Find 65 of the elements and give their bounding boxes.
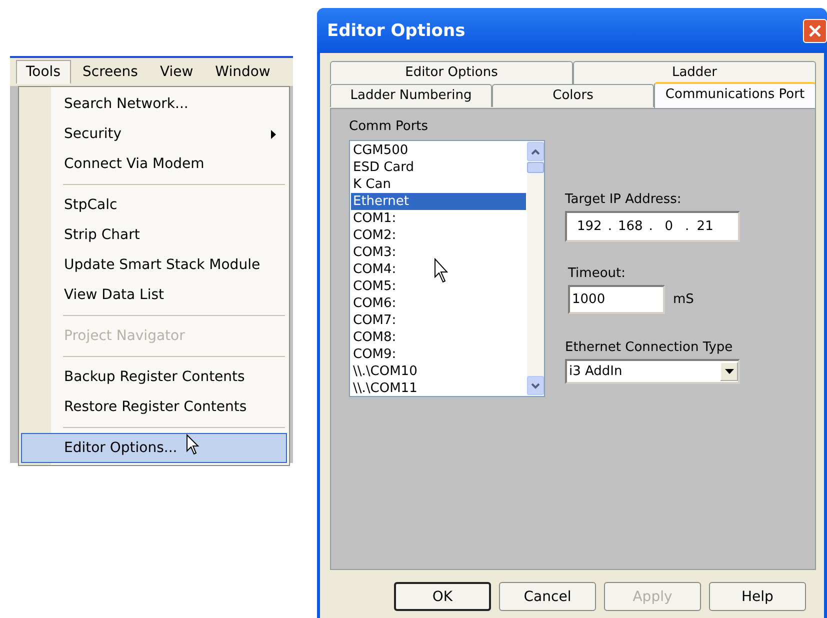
tab[interactable]: Ladder [573,61,816,84]
list-item[interactable]: COM7: [351,312,526,329]
ip-address-field[interactable]: 192 . 168 . 0 . 21 [565,211,740,242]
list-item[interactable]: COM8: [351,329,526,346]
comm-port-list[interactable]: CGM500 ESD Card K Can Ethernet COM1: COM2: COM3: COM4: COM5: COM6: COM7: COM8: COM9: \\.\COM10 \\.\COM11 [349,140,545,397]
connection-type-dropdown[interactable]: i3 AddIn [565,359,740,384]
scrollbar[interactable] [527,141,544,396]
menu-bar-item[interactable]: Window [205,60,280,84]
field-label: Comm Ports [349,119,430,134]
scroll-thumb[interactable] [527,162,544,173]
menu-item[interactable]: StpCalc [21,190,287,220]
close-icon [809,24,821,36]
scroll-down-button[interactable] [527,376,544,395]
list-item[interactable]: \\.\COM10 [351,363,526,380]
dialog-button[interactable]: Help [709,582,806,611]
field-label: Timeout: [568,266,626,281]
tab[interactable]: Ladder Numbering [330,84,492,107]
ip-separator: . [648,219,653,234]
menu-bar-item[interactable]: Screens [72,60,148,84]
ip-octet: 192 [577,219,602,234]
close-button[interactable] [803,18,827,42]
list-item[interactable]: K Can [351,176,526,193]
menu-item[interactable]: View Data List [21,280,287,310]
list-item[interactable]: COM2: [351,227,526,244]
list-item[interactable]: Ethernet [351,193,526,210]
menu-item[interactable]: Editor Options... [21,433,287,463]
dropdown-arrow-icon [724,369,734,374]
list-item[interactable]: COM3: [351,244,526,261]
chevron-down-icon [531,382,540,388]
menu-bar-item[interactable]: Tools [16,60,70,84]
ip-separator: . [608,219,612,234]
menu-item[interactable]: Restore Register Contents [21,392,287,422]
list-item[interactable]: COM5: [351,278,526,295]
menu-item[interactable]: Update Smart Stack Module [21,250,287,280]
tab[interactable]: Editor Options [330,61,573,84]
tab[interactable]: Colors [492,84,654,107]
menu-bar-item[interactable]: View [150,60,204,84]
list-item[interactable]: ESD Card [351,159,526,176]
scroll-up-button[interactable] [527,142,544,161]
unit-label: mS [673,292,694,307]
menu-item[interactable]: Strip Chart [21,220,287,250]
list-item[interactable]: COM6: [351,295,526,312]
menu-item[interactable]: Connect Via Modem [21,149,287,179]
timeout-field[interactable]: 1000 [568,285,665,314]
field-label: Ethernet Connection Type [565,340,733,355]
mouse-pointer-icon [186,434,200,456]
window-title: Editor Options [327,20,466,40]
list-item[interactable]: COM4: [351,261,526,278]
ip-octet: 21 [696,219,714,234]
tab[interactable]: Communications Port [654,82,816,108]
list-item[interactable]: COM1: [351,210,526,227]
list-item[interactable]: \\.\COM11 [351,380,526,397]
ip-octet: 0 [664,219,674,234]
chevron-up-icon [531,148,540,154]
menu-item[interactable]: Backup Register Contents [21,362,287,392]
mouse-pointer-icon [434,258,450,284]
list-item[interactable]: COM9: [351,346,526,363]
ip-octet: 168 [618,219,643,234]
ip-separator: . [684,219,690,234]
dialog-button[interactable]: Cancel [499,582,596,611]
field-label: Target IP Address: [565,192,682,207]
dialog-button[interactable]: OK [394,582,491,611]
menu-item[interactable]: Search Network... [21,89,287,119]
list-item[interactable]: CGM500 [351,142,526,159]
menu-item[interactable]: Security [21,119,287,149]
